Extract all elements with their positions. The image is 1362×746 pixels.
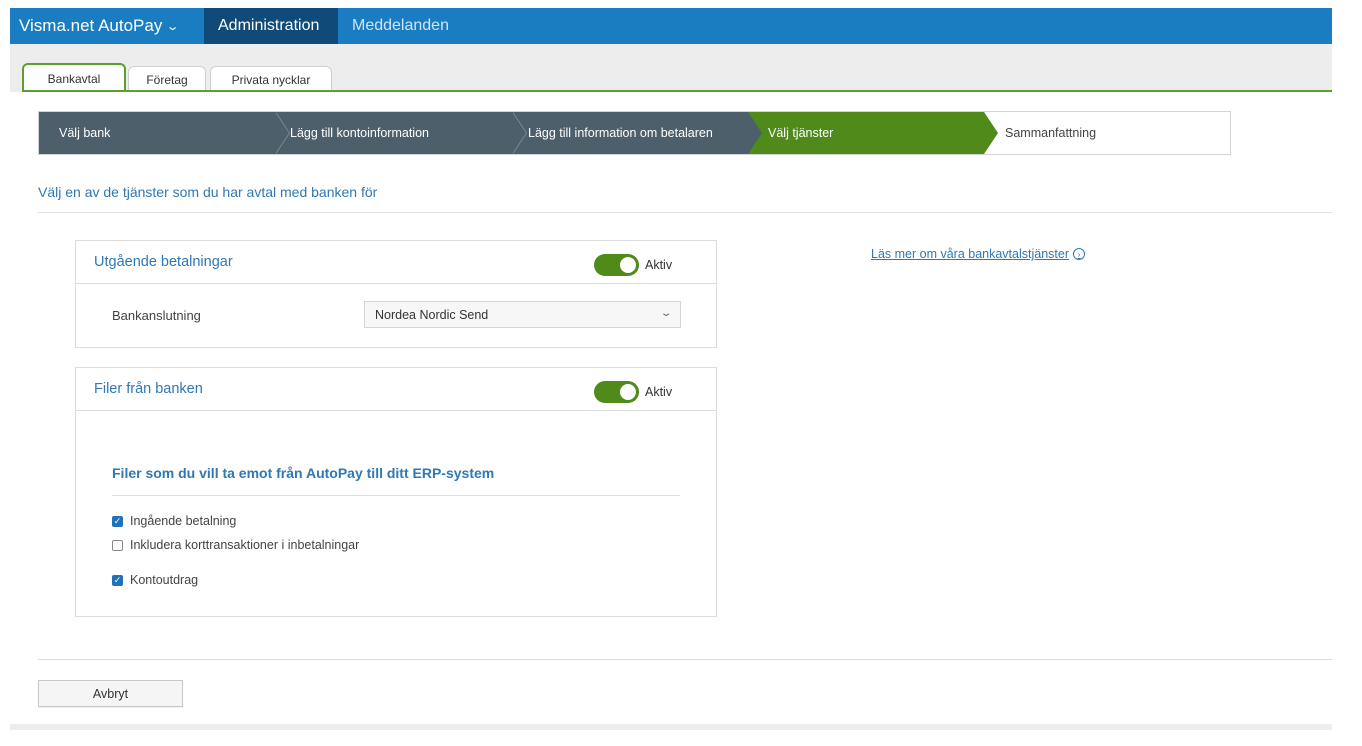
link-label: Läs mer om våra bankavtalstjänster <box>871 247 1070 261</box>
tab-foretag[interactable]: Företag <box>128 66 206 92</box>
footer-strip <box>10 724 1332 730</box>
wizard-step-label: Välj tjänster <box>768 126 834 140</box>
wizard-step-label: Lägg till information om betalaren <box>528 126 713 140</box>
read-more-link[interactable]: Läs mer om våra bankavtalstjänster › <box>871 247 1086 261</box>
step-arrow <box>748 112 762 154</box>
app-switcher[interactable]: Visma.net AutoPay ⌄ <box>10 8 204 44</box>
divider <box>38 212 1332 213</box>
panel-title: Utgående betalningar <box>94 254 233 270</box>
nav-administration[interactable]: Administration <box>204 8 338 44</box>
step-arrow <box>512 112 526 154</box>
panel-body: Bankanslutning Nordea Nordic Send ⌄ <box>76 284 716 347</box>
files-subheading: Filer som du vill ta emot från AutoPay t… <box>112 465 495 481</box>
wizard-step-valj-bank[interactable]: Välj bank <box>39 112 290 154</box>
step-arrow <box>275 112 289 154</box>
wizard-step-sammanfattning[interactable]: Sammanfattning <box>984 112 1230 154</box>
cancel-button[interactable]: Avbryt <box>38 680 183 707</box>
nav-meddelanden[interactable]: Meddelanden <box>338 8 463 44</box>
active-toggle[interactable] <box>594 254 639 276</box>
page-intro: Välj en av de tjänster som du har avtal … <box>38 184 378 200</box>
checkbox-box[interactable] <box>112 539 123 551</box>
toggle-knob <box>620 257 636 273</box>
toggle-label: Aktiv <box>645 258 673 272</box>
panel-files-from-bank: Filer från banken Aktiv Filer som du vil… <box>75 367 717 617</box>
checkbox-ingaende-betalning[interactable]: ✓ Ingående betalning <box>112 514 236 528</box>
step-arrow <box>984 112 998 154</box>
tab-underline <box>22 90 1332 92</box>
info-circle-icon: › <box>1073 248 1086 260</box>
wizard-step-valj-tjanster[interactable]: Välj tjänster <box>748 112 998 154</box>
panel-body: Filer som du vill ta emot från AutoPay t… <box>76 411 716 616</box>
tab-bankavtal[interactable]: Bankavtal <box>22 63 126 92</box>
active-toggle[interactable] <box>594 381 639 403</box>
checkbox-kontoutdrag[interactable]: ✓ Kontoutdrag <box>112 573 198 587</box>
tab-privata-nycklar-label: Privata nycklar <box>231 72 311 87</box>
top-navigation-bar: Visma.net AutoPay ⌄ Administration Medde… <box>10 8 1332 44</box>
bank-connection-label: Bankanslutning <box>112 308 201 323</box>
nav-administration-label: Administration <box>218 17 320 34</box>
tab-bankavtal-label: Bankavtal <box>47 71 101 86</box>
panel-outgoing-payments: Utgående betalningar Aktiv Bankanslutnin… <box>75 240 717 348</box>
panel-header: Filer från banken Aktiv <box>76 368 716 411</box>
wizard-step-betalaren[interactable]: Lägg till information om betalaren <box>512 112 762 154</box>
cancel-button-label: Avbryt <box>92 686 129 701</box>
wizard-step-kontoinformation[interactable]: Lägg till kontoinformation <box>275 112 527 154</box>
panel-header: Utgående betalningar Aktiv <box>76 241 716 284</box>
checkbox-label: Ingående betalning <box>130 514 237 528</box>
divider <box>112 495 680 496</box>
checkmark-icon[interactable]: ✓ <box>112 574 123 586</box>
wizard-step-label: Sammanfattning <box>1005 126 1097 140</box>
tab-foretag-label: Företag <box>146 72 188 87</box>
toggle-knob <box>620 384 636 400</box>
tab-privata-nycklar[interactable]: Privata nycklar <box>210 66 332 92</box>
tab-strip <box>10 44 1332 92</box>
checkbox-korttransaktioner[interactable]: Inkludera korttransaktioner i inbetalnin… <box>112 538 359 552</box>
wizard-step-label: Välj bank <box>59 126 111 140</box>
select-value: Nordea Nordic Send <box>375 307 489 322</box>
chevron-down-icon: ⌄ <box>659 308 673 319</box>
wizard-steps: Välj bank Lägg till kontoinformation Läg… <box>38 111 1231 155</box>
checkmark-icon[interactable]: ✓ <box>112 515 123 527</box>
nav-meddelanden-label: Meddelanden <box>352 17 449 34</box>
bank-connection-select[interactable]: Nordea Nordic Send ⌄ <box>364 301 681 328</box>
app-name: Visma.net AutoPay <box>19 16 163 35</box>
app-frame: Visma.net AutoPay ⌄ Administration Medde… <box>10 8 1332 730</box>
chevron-down-icon: ⌄ <box>166 20 180 33</box>
toggle-label: Aktiv <box>645 385 673 399</box>
panel-title: Filer från banken <box>94 381 203 397</box>
footer-divider <box>38 659 1332 660</box>
wizard-step-label: Lägg till kontoinformation <box>290 126 429 140</box>
checkbox-label: Inkludera korttransaktioner i inbetalnin… <box>130 538 360 552</box>
checkbox-label: Kontoutdrag <box>130 573 199 587</box>
